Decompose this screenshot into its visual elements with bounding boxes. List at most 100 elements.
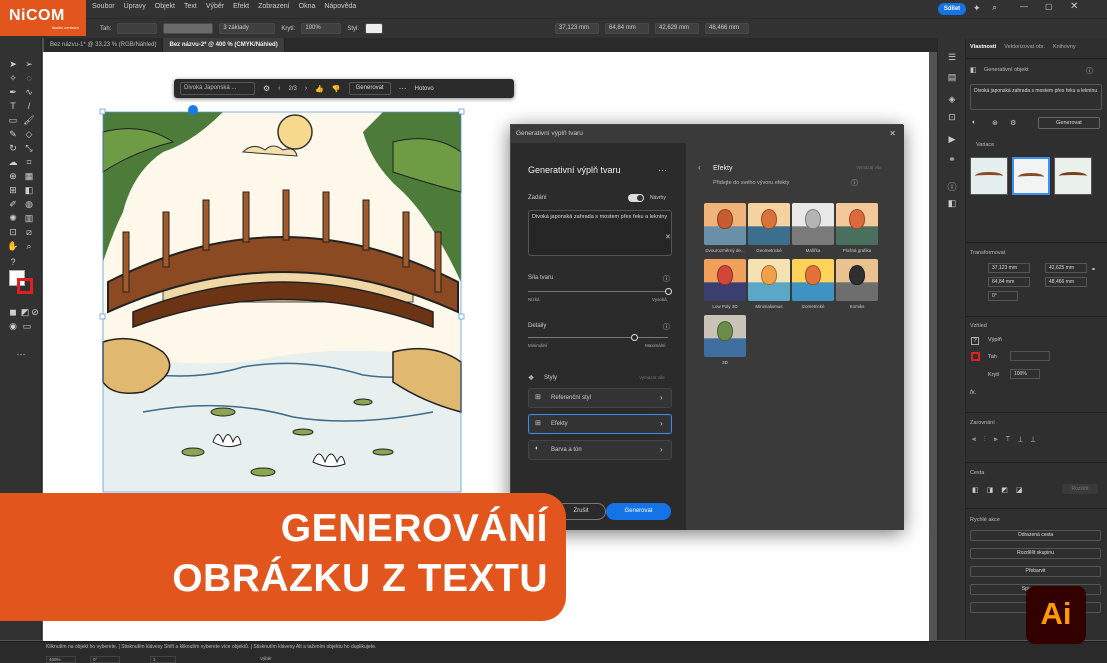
- effect-thumbnail[interactable]: [704, 315, 746, 357]
- tab-properties[interactable]: Vlastnosti: [970, 44, 996, 56]
- blend-tool-icon[interactable]: ◍: [22, 198, 36, 210]
- none-mode-icon[interactable]: ⊘: [28, 306, 42, 318]
- rectangle-tool-icon[interactable]: ▭: [6, 114, 20, 126]
- w-field[interactable]: 42,629 mm: [655, 23, 700, 34]
- color-tone-button[interactable]: Barva a tón: [528, 440, 672, 460]
- magic-wand-icon[interactable]: ✧: [6, 72, 20, 84]
- rotate-tool-icon[interactable]: ↻: [6, 142, 20, 154]
- thumbs-down-icon[interactable]: 👎: [332, 85, 341, 93]
- thumbs-up-icon[interactable]: 👍: [315, 85, 324, 93]
- shape-builder-icon[interactable]: ⊕: [6, 170, 20, 182]
- variant-thumbnail-2[interactable]: [1012, 157, 1050, 195]
- free-transform-icon[interactable]: ⌗: [22, 156, 36, 168]
- info-icon[interactable]: ⓘ: [945, 180, 959, 192]
- shaper-tool-icon[interactable]: ✎: [6, 128, 20, 140]
- stroke-weight-select[interactable]: [117, 23, 158, 34]
- rotation-field[interactable]: 0°: [988, 291, 1018, 301]
- detail-knob[interactable]: [631, 334, 638, 341]
- maximize-icon[interactable]: ▢: [1045, 2, 1053, 11]
- variant-thumbnail-1[interactable]: [970, 157, 1008, 195]
- zoom-select[interactable]: 400%: [46, 656, 76, 663]
- scale-tool-icon[interactable]: ⤡: [22, 142, 36, 154]
- transform-x-field[interactable]: 37,123 mm: [988, 263, 1030, 273]
- eraser-tool-icon[interactable]: ◇: [22, 128, 36, 140]
- opacity-field[interactable]: 100%: [1010, 369, 1040, 379]
- draw-mode-icon[interactable]: ◉: [6, 320, 20, 332]
- libraries-icon[interactable]: ▤: [945, 72, 959, 84]
- menu-item[interactable]: Okna: [299, 3, 316, 10]
- minimize-icon[interactable]: —: [1020, 2, 1028, 11]
- curvature-tool-icon[interactable]: ∿: [22, 86, 36, 98]
- pen-tool-icon[interactable]: ✒: [6, 86, 20, 98]
- lightbulb-icon[interactable]: ✦: [973, 3, 981, 14]
- close-icon[interactable]: ✕: [1070, 1, 1078, 12]
- prompt-text-area[interactable]: Divoká japonská zahrada s mostem přes ře…: [970, 84, 1102, 110]
- line-tool-icon[interactable]: /: [22, 100, 36, 112]
- shape-strength-knob[interactable]: [665, 288, 672, 295]
- gradient-tool-icon[interactable]: ◧: [22, 184, 36, 196]
- menu-item[interactable]: Objekt: [155, 3, 175, 10]
- warp-tool-icon[interactable]: ☁: [6, 156, 20, 168]
- links-icon[interactable]: ⚭: [945, 154, 959, 166]
- shape-strength-slider[interactable]: [528, 291, 668, 292]
- fill-question-icon[interactable]: ?: [971, 337, 979, 345]
- prompt-input[interactable]: Divoká japonská zahrada s mostem přes ře…: [528, 210, 672, 256]
- prompt-preview-field[interactable]: Divoká Japonská ...: [180, 82, 255, 95]
- graph-tool-icon[interactable]: ▥: [22, 212, 36, 224]
- mesh-tool-icon[interactable]: ⊞: [6, 184, 20, 196]
- stroke-weight-field[interactable]: [1010, 351, 1050, 361]
- dialog-more-icon[interactable]: ⋯: [658, 165, 667, 176]
- quick-action-offset-path[interactable]: Odrazená cesta: [970, 530, 1101, 541]
- transform-w-field[interactable]: 42,625 mm: [1045, 263, 1087, 273]
- effects-button[interactable]: Efekty: [528, 414, 672, 434]
- suggestions-toggle[interactable]: [628, 194, 644, 202]
- quick-action-ungroup[interactable]: Rozdělit skupinu: [970, 548, 1101, 559]
- rotate-view-select[interactable]: 0°: [90, 656, 120, 663]
- style-ref-icon[interactable]: ◐: [972, 119, 976, 126]
- tab-document-1[interactable]: Bez názvu-1* @ 33,23 % (RGB/Náhled): [44, 38, 164, 52]
- layers-icon[interactable]: ◈: [945, 94, 959, 106]
- effect-thumbnail[interactable]: [836, 259, 878, 301]
- eyedropper-icon[interactable]: ✐: [6, 198, 20, 210]
- effect-thumbnail[interactable]: [748, 259, 790, 301]
- menu-item[interactable]: Text: [184, 3, 197, 10]
- more-tools-icon[interactable]: ⋯: [14, 348, 28, 360]
- generate-button[interactable]: Generovat: [606, 503, 671, 520]
- navigator-icon[interactable]: ◧: [945, 198, 959, 210]
- info-icon[interactable]: ⓘ: [1086, 66, 1093, 76]
- symbol-sprayer-icon[interactable]: ✺: [6, 212, 20, 224]
- selection-tool-icon[interactable]: ➤: [6, 58, 20, 70]
- expand-button[interactable]: Rozšířit: [1062, 484, 1098, 494]
- settings-icon[interactable]: ⚙: [263, 84, 270, 93]
- reference-style-button[interactable]: Referenční styl: [528, 388, 672, 408]
- type-tool-icon[interactable]: T: [6, 100, 20, 112]
- zoom-tool-icon[interactable]: ⌕: [22, 240, 36, 252]
- lasso-icon[interactable]: ◌: [22, 72, 36, 84]
- artboard-select[interactable]: 1: [150, 656, 176, 663]
- menu-item[interactable]: Výběr: [206, 3, 224, 10]
- effect-thumbnail[interactable]: [836, 203, 878, 245]
- stroke-color-swatch[interactable]: [971, 352, 980, 361]
- context-generate-button[interactable]: Generovat: [348, 82, 391, 95]
- clear-prompt-icon[interactable]: ✕: [665, 233, 671, 241]
- effect-thumbnail[interactable]: [792, 203, 834, 245]
- detail-slider[interactable]: [528, 337, 668, 338]
- artboards-icon[interactable]: ⊡: [945, 112, 959, 124]
- stroke-swatch[interactable]: [17, 278, 33, 294]
- back-icon[interactable]: ‹: [698, 163, 701, 172]
- effect-thumbnail[interactable]: [792, 259, 834, 301]
- props-generate-button[interactable]: Generovat: [1038, 117, 1100, 129]
- variant-thumbnail-3[interactable]: [1054, 157, 1092, 195]
- h-field[interactable]: 48,466 mm: [705, 23, 750, 34]
- search-icon[interactable]: ⌕: [992, 2, 997, 13]
- info-icon[interactable]: ⓘ: [663, 274, 670, 284]
- menu-item[interactable]: Soubor: [92, 3, 115, 10]
- link-proportions-icon[interactable]: ⚭: [1091, 266, 1096, 273]
- properties-panel-icon[interactable]: ☰: [945, 52, 959, 64]
- settings-icon[interactable]: ⚙: [1010, 119, 1016, 127]
- hand-tool-icon[interactable]: ✋: [6, 240, 20, 252]
- brush-select[interactable]: 3 základy: [219, 23, 276, 34]
- opacity-field[interactable]: 100%: [301, 23, 342, 34]
- info-icon[interactable]: ⓘ: [851, 178, 858, 188]
- actions-icon[interactable]: ▶: [945, 134, 959, 146]
